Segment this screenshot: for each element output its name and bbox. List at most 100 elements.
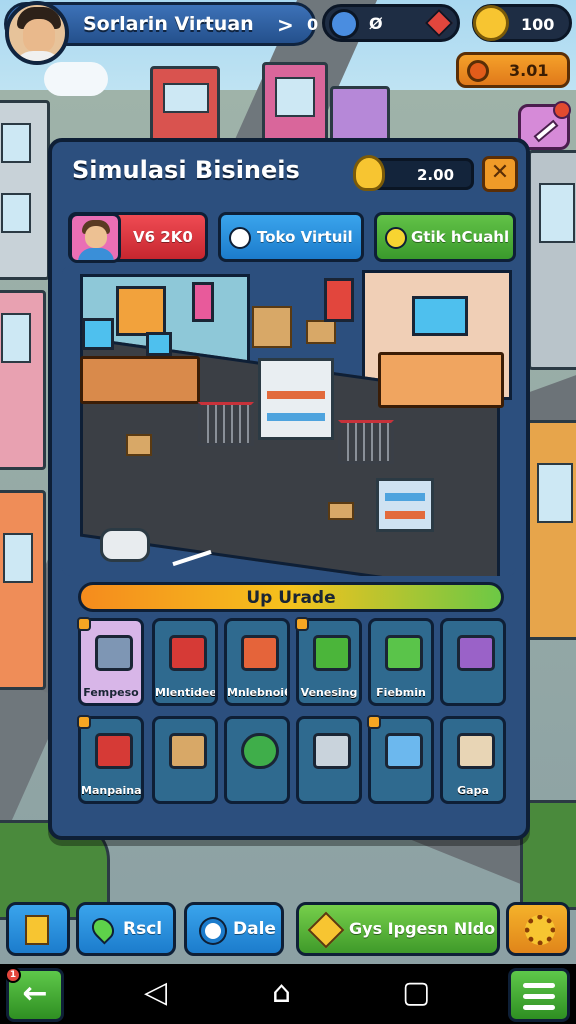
cloud [44, 62, 108, 96]
diamond-icon [307, 911, 345, 949]
tab-label: Toko Virtuil [257, 228, 353, 246]
ring-icon [201, 919, 225, 943]
cards-icon [25, 915, 49, 945]
gold-coin-icon [473, 5, 509, 41]
check-icon [229, 227, 251, 249]
coin-count: 100 [521, 15, 555, 34]
location-button[interactable]: Rscl [76, 902, 176, 956]
upgrade-slot[interactable] [224, 716, 290, 804]
shopping-cart [198, 402, 254, 446]
computer-monitor [146, 332, 172, 356]
building [262, 62, 328, 144]
slot-label: Fiebmin [376, 686, 426, 699]
box-stack-icon [457, 733, 495, 769]
slot-label: Venesing [300, 686, 358, 699]
basket-icon [313, 733, 351, 769]
upgrade-slot[interactable]: Gapa [440, 716, 506, 804]
coin-stack-icon [353, 155, 385, 191]
gem-resource-bar[interactable]: Ø [322, 4, 460, 42]
player-avatar[interactable] [5, 1, 69, 65]
building [528, 150, 576, 370]
player-profile-bar[interactable]: Sorlarin Virtuan > 0 [4, 1, 319, 65]
player-counter: 0 [307, 15, 319, 34]
poster [324, 278, 354, 322]
upgrade-slot[interactable]: Mlentidee [152, 618, 218, 706]
display-shelf [258, 358, 334, 440]
cardboard-box [306, 320, 336, 344]
panel-title: Simulasi Bisineis [72, 156, 300, 184]
upgrade-slot[interactable]: Manpaina [77, 715, 144, 804]
slot-label: Mlentidee [155, 686, 215, 699]
cardboard-box [126, 434, 152, 456]
system-home-button[interactable]: ⌂ [272, 976, 291, 1010]
notification-badge: 1 [5, 967, 21, 983]
building [0, 490, 46, 690]
checkout-counter [80, 356, 200, 404]
car [100, 528, 150, 562]
menu-button[interactable] [508, 968, 570, 1022]
gift-box-icon [241, 635, 279, 671]
upgrade-slot[interactable]: Venesing [295, 617, 362, 706]
shopping-cart-icon [457, 635, 495, 671]
notification-badge [77, 617, 91, 631]
close-button[interactable]: ✕ [482, 156, 518, 192]
location-button-label: Rscl [123, 919, 163, 939]
notification-badge [295, 617, 309, 631]
upgrade-label: Up Urade [246, 588, 336, 608]
building [150, 66, 220, 146]
red-crate-icon [169, 635, 207, 671]
upgrade-slot[interactable]: Mnlebnoi6 [224, 618, 290, 706]
tab-label: V6 2K0 [133, 228, 193, 246]
upgrade-slot[interactable] [152, 716, 218, 804]
cash-value: 3.01 [509, 61, 549, 80]
system-recents-button[interactable]: ▢ [402, 976, 430, 1010]
tab-quest[interactable]: Gtik hCuahl [374, 212, 516, 262]
slot-label: Fempeso [83, 686, 139, 699]
map-pin-icon [87, 913, 119, 945]
quest-button[interactable]: Gys Ipgesn Nldo [296, 902, 500, 956]
quest-button-label: Gys Ipgesn Nldo [349, 919, 496, 938]
slot-label: Mnlebnoi6 [227, 686, 287, 699]
shopping-cart [338, 420, 394, 464]
fridge-icon [385, 733, 423, 769]
green-box-icon [313, 635, 351, 671]
coin-resource-bar[interactable]: 100 [472, 4, 572, 42]
tab-label: Gtik hCuahl [411, 228, 510, 246]
wall-screen [82, 318, 114, 350]
building [330, 86, 390, 144]
slot-label: Manpaina [81, 784, 141, 797]
system-back-button[interactable]: ◁ [144, 976, 167, 1010]
green-robot-icon [241, 733, 279, 769]
upgrade-slot[interactable] [367, 715, 434, 804]
upgrade-button[interactable]: Up Urade [78, 582, 504, 612]
cardboard-box [252, 306, 292, 348]
chevron-right-icon[interactable]: > [277, 13, 294, 37]
computer-monitor [412, 296, 468, 336]
building [0, 100, 50, 280]
game-back-button[interactable]: ← 1 [5, 967, 64, 1022]
settings-button[interactable] [506, 902, 570, 956]
cash-icon [467, 60, 489, 82]
gear-icon [525, 915, 555, 945]
upgrade-slot[interactable] [440, 618, 506, 706]
tab-virtual-store[interactable]: Toko Virtuil [218, 212, 364, 262]
panel-coin-value: 2.00 [417, 166, 455, 184]
building [0, 290, 46, 470]
tab-profile[interactable]: V6 2K0 [68, 212, 208, 263]
deal-button[interactable]: Dale [184, 902, 284, 956]
building [526, 420, 576, 640]
store-scene[interactable] [62, 266, 516, 576]
cash-register-icon [95, 635, 133, 671]
add-gem-icon[interactable] [424, 8, 454, 38]
cardboard-box [328, 502, 354, 520]
cash-resource-bar[interactable]: 3.01 [456, 52, 570, 88]
upgrade-slot[interactable] [296, 716, 362, 804]
notification-badge [553, 101, 571, 119]
green-cube-icon [385, 635, 423, 671]
player-name: Sorlarin Virtuan [83, 13, 254, 35]
inventory-button[interactable] [6, 902, 70, 956]
deal-button-label: Dale [233, 919, 276, 939]
hammer-icon [533, 119, 559, 143]
upgrade-slot[interactable]: Fempeso [77, 617, 144, 706]
upgrade-slot[interactable]: Fiebmin [368, 618, 434, 706]
